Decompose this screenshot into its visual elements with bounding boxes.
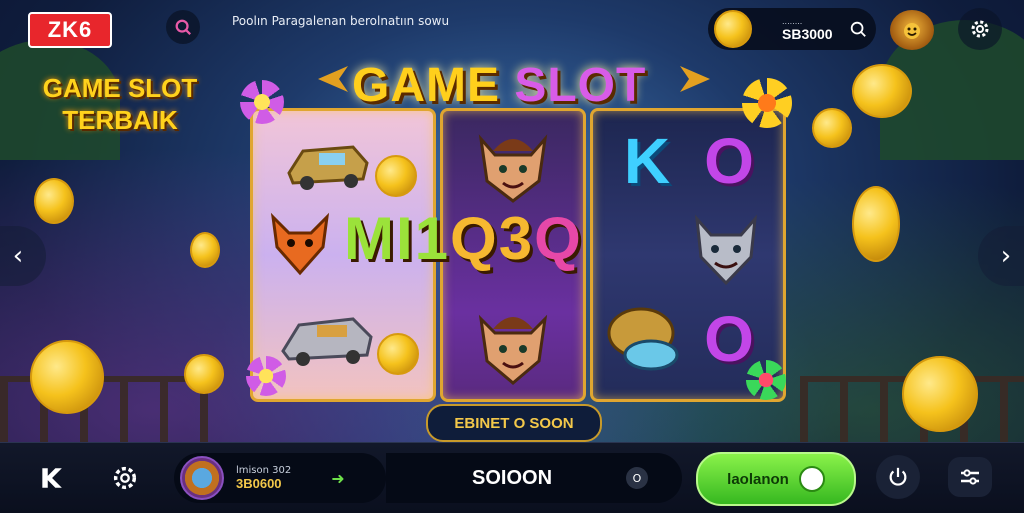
bottom-bar: lmison 302 3B0600 ➜ SOIOON O laolanon [0,442,1024,513]
win-line-text: MI1Q3Q [344,204,583,273]
spin-button[interactable]: laolanon [696,452,856,506]
promo-heading: GAME SLOT TERBAIK [34,72,206,136]
search-icon[interactable] [849,20,867,38]
fox-icon [267,207,333,277]
brand-k-icon [42,468,62,488]
balance-panel[interactable]: ........ SB3000 [708,8,876,50]
game-title: GAME SLOT [352,58,646,113]
player-avatar [180,456,224,500]
flower-icon [742,78,792,128]
flower-icon [746,360,786,400]
home-button[interactable] [34,461,68,495]
info-icon[interactable]: O [626,467,649,489]
elf-character-icon [473,297,553,387]
car-icon [277,307,377,367]
chevron-right-icon: › [1000,241,1012,271]
coin-icon [377,333,419,375]
player-panel[interactable]: lmison 302 3B0600 ➜ [174,453,386,503]
player-value: 3B0600 [236,476,282,491]
settings-button[interactable] [108,461,142,495]
spin-button-label: laolanon [727,470,789,488]
coin-icon [714,10,752,48]
player-label: lmison 302 [236,465,292,476]
promo-line-1: GAME SLOT [42,73,198,103]
sliders-icon [961,469,979,485]
symbol-o: O [704,125,754,197]
balance-label: ........ [782,16,803,26]
coin-icon [30,340,104,414]
bonus-button[interactable]: EBINET O SOON [426,404,602,442]
coin-icon [190,232,220,268]
coin-icon [34,178,74,224]
marquee-text: Poolın Paragalenan berolnatıın sowu [232,14,450,28]
win-line-part-3: Q [534,205,583,272]
avatar[interactable] [890,10,934,50]
spin-icon [798,466,825,492]
flower-icon [240,80,284,124]
car-icon [283,133,373,193]
gear-icon [113,466,137,490]
search-icon [175,19,191,35]
search-button[interactable] [166,10,200,44]
promo-line-2: TERBAIK [62,105,178,135]
win-line-part-2: Q3 [450,205,535,272]
chevron-left-icon: ‹ [12,241,24,271]
coin-icon [852,64,912,118]
menu-button[interactable] [948,457,992,497]
settings-button[interactable] [958,8,1002,50]
app-logo[interactable]: ZK6 [28,12,112,48]
title-word-1: GAME [352,59,500,112]
bet-panel[interactable]: SOIOON O [386,453,682,503]
coin-icon [902,356,978,432]
power-button[interactable] [876,455,920,499]
bet-value: SOIOON [472,466,553,489]
elf-character-icon [473,121,553,205]
balance-value: SB3000 [782,25,833,42]
gear-icon [971,20,989,38]
symbol-k: K [623,125,671,197]
coin-icon [375,155,417,197]
arrow-right-icon[interactable]: ➜ [331,469,344,488]
power-icon [889,467,907,486]
win-line-part-1: MI1 [344,205,451,272]
reel-3: K O O [590,108,786,402]
cat-character-icon [691,211,761,287]
coin-icon [184,354,224,394]
coin-icon [812,108,852,148]
flower-icon [246,356,286,396]
mascot-icon [904,23,920,39]
helmet-icon [601,297,685,377]
title-word-2: SLOT [514,59,647,112]
coin-icon [852,186,900,262]
